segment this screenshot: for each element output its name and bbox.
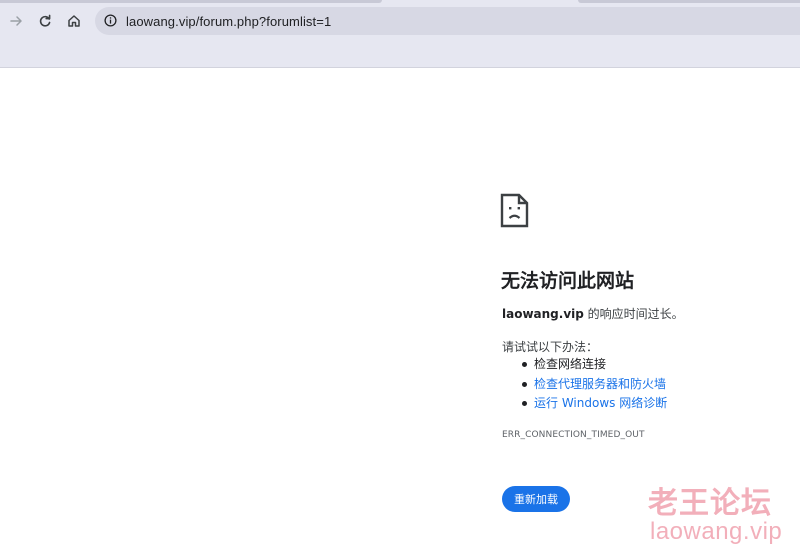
suggestions-list: 检查网络连接 检查代理服务器和防火墙 运行 Windows 网络诊断: [520, 357, 667, 416]
forward-button[interactable]: [5, 10, 27, 32]
arrow-right-icon: [9, 14, 23, 28]
suggestion-link[interactable]: 运行 Windows 网络诊断: [534, 396, 667, 410]
suggestion-check-proxy-firewall: 检查代理服务器和防火墙: [520, 377, 667, 397]
tab-strip-edge: [0, 0, 382, 3]
bullet: [522, 401, 527, 406]
error-host: laowang.vip: [502, 307, 584, 321]
suggestions-heading: 请试试以下办法：: [502, 340, 599, 354]
error-code: ERR_CONNECTION_TIMED_OUT: [502, 430, 645, 440]
bullet: [522, 381, 527, 387]
reload-button[interactable]: [34, 10, 56, 32]
suggestion-check-network: 检查网络连接: [520, 357, 667, 377]
address-bar[interactable]: laowang.vip/forum.php?forumlist=1: [95, 7, 800, 35]
watermark-url: laowang.vip: [650, 518, 783, 545]
browser-toolbar: laowang.vip/forum.php?forumlist=1: [0, 0, 800, 68]
tab-strip-edge: [578, 0, 800, 3]
suggestion-link[interactable]: 检查代理服务器和防火墙: [534, 377, 666, 391]
home-icon: [67, 14, 81, 28]
error-description-text: 的响应时间过长。: [583, 307, 684, 321]
home-button[interactable]: [63, 10, 85, 32]
site-info-button[interactable]: [99, 10, 121, 32]
url-text[interactable]: laowang.vip/forum.php?forumlist=1: [126, 14, 331, 29]
error-description: laowang.vip 的响应时间过长。: [502, 305, 684, 322]
error-title: 无法访问此网站: [501, 270, 635, 292]
bullet: [522, 362, 527, 367]
info-icon: [103, 12, 117, 31]
sad-document-icon: [500, 193, 530, 233]
reload-icon: [38, 14, 52, 28]
suggestion-run-diagnostics: 运行 Windows 网络诊断: [520, 396, 667, 416]
watermark-title: 老王论坛: [648, 486, 772, 521]
reload-page-button[interactable]: 重新加载: [502, 486, 570, 512]
suggestion-text: 检查网络连接: [534, 357, 607, 371]
